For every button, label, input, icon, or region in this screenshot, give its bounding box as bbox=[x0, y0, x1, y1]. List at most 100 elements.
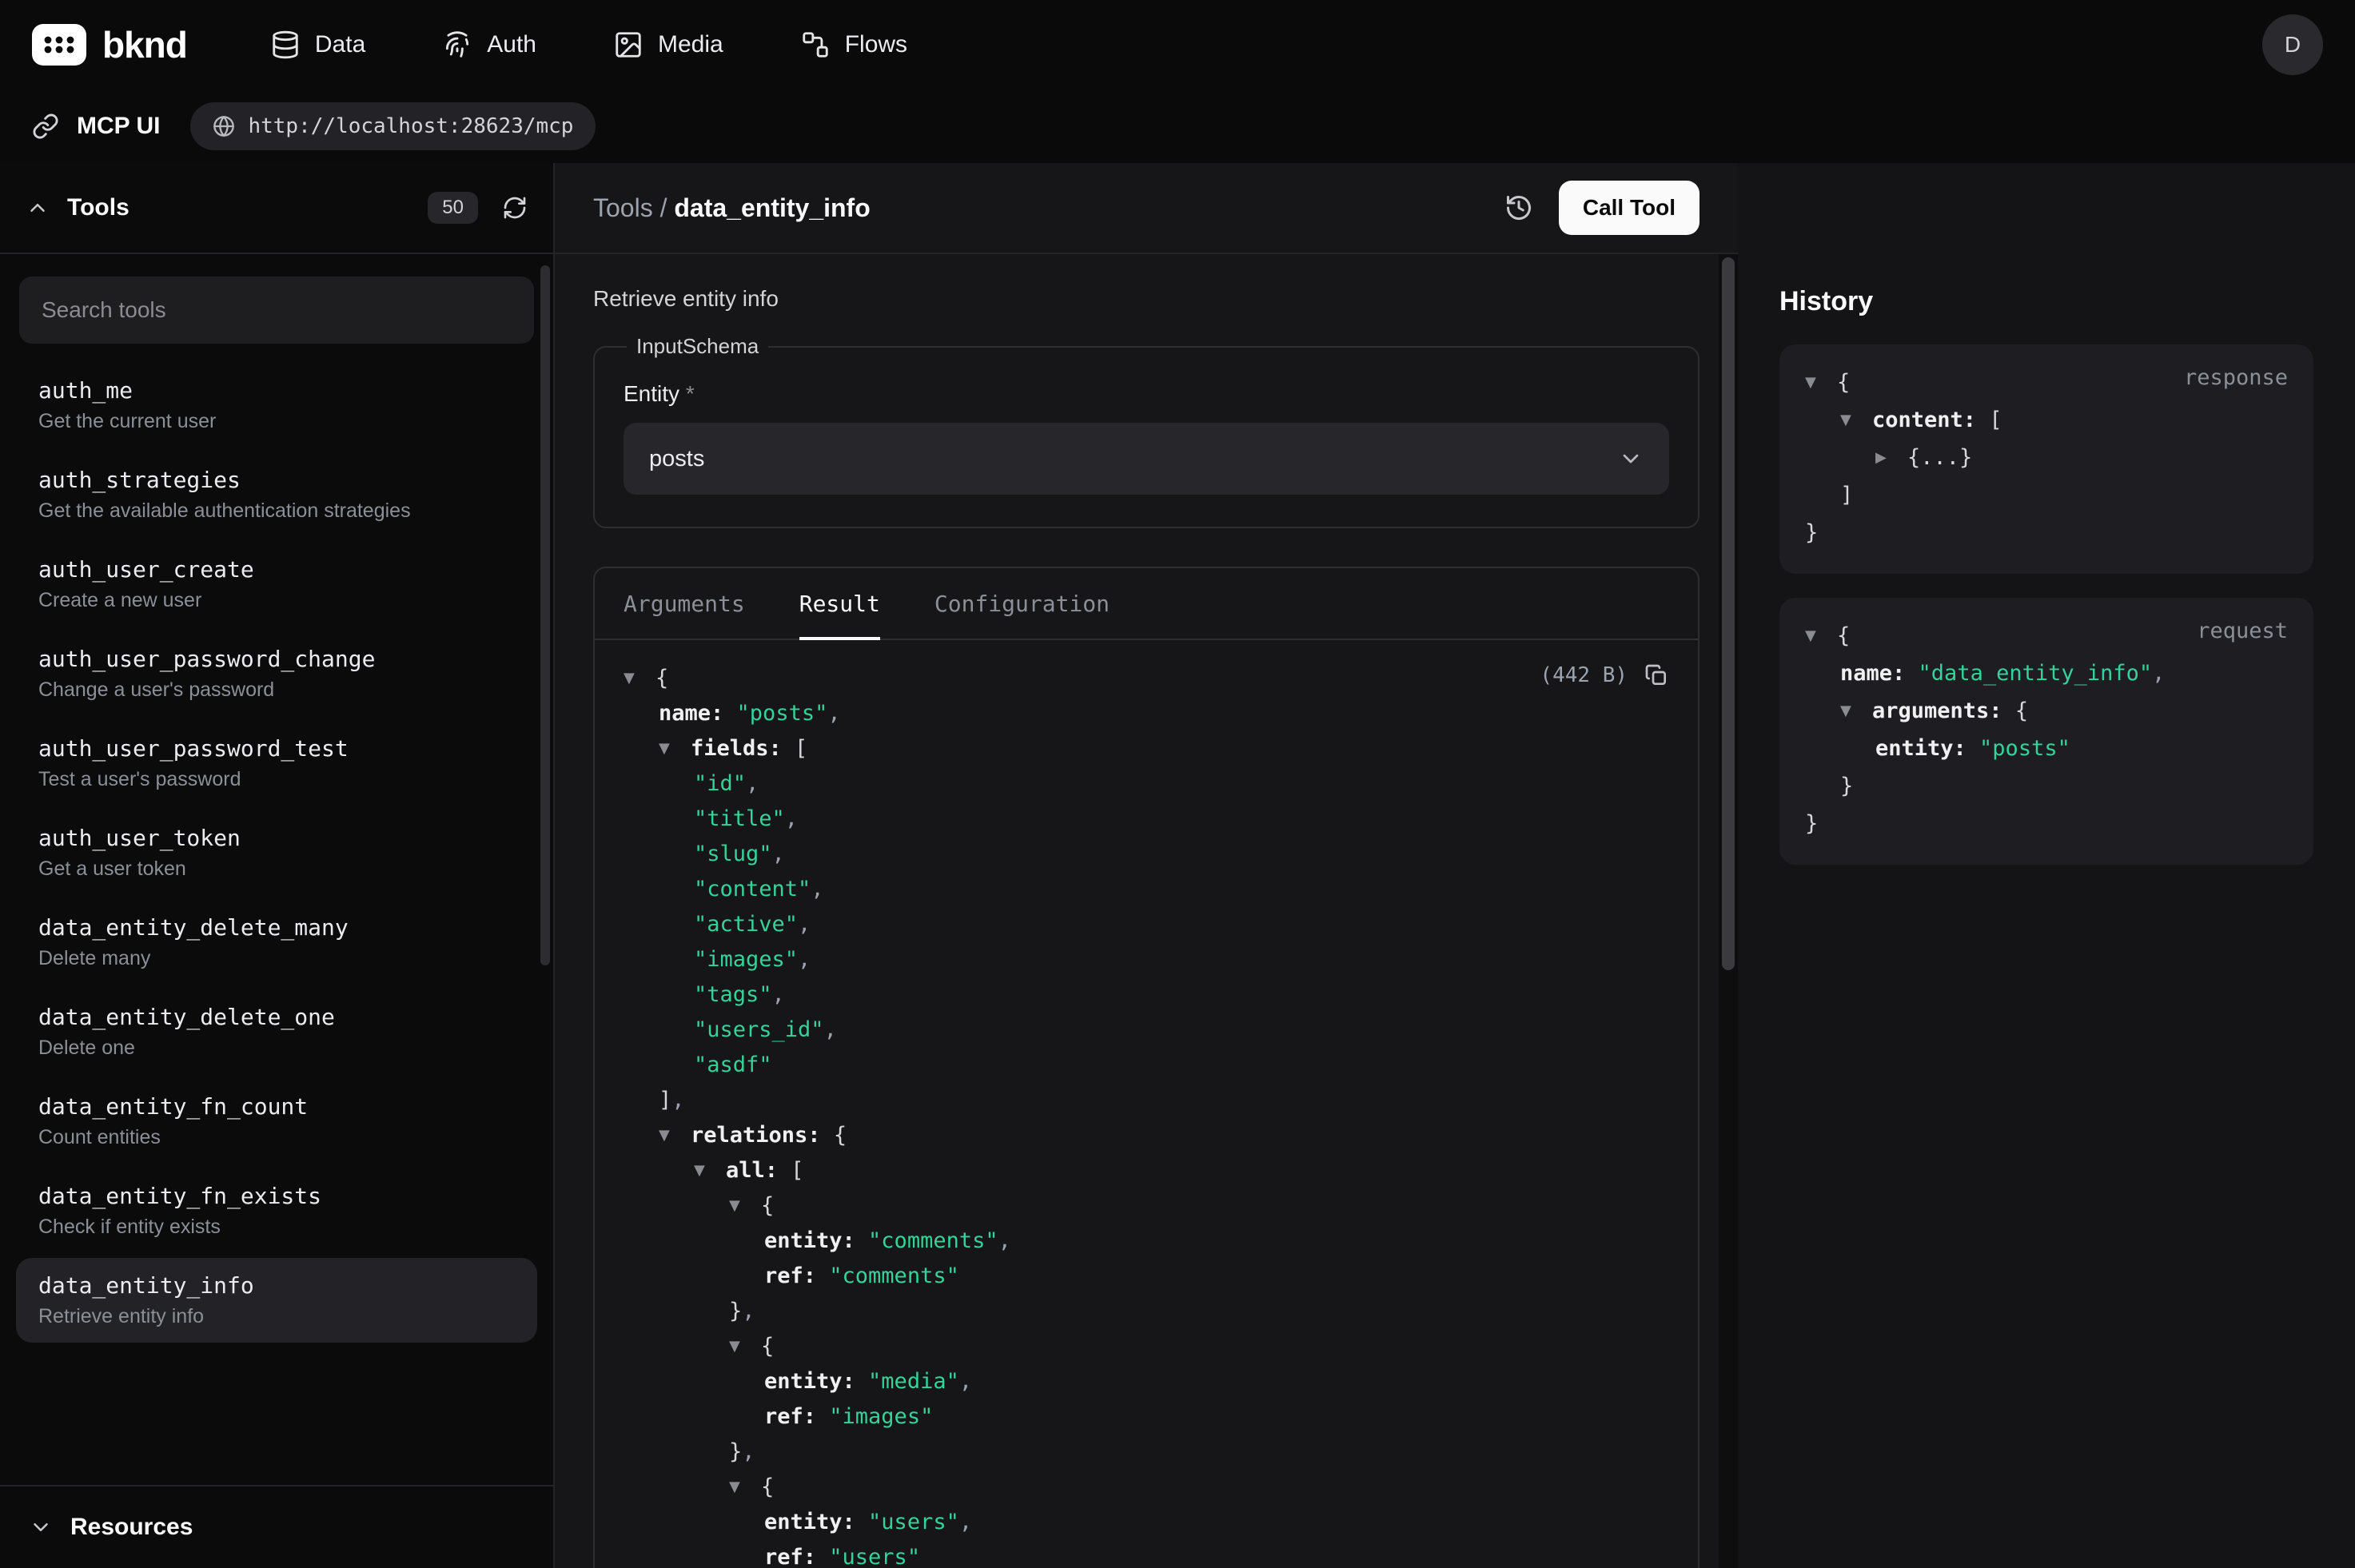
json-line: ▼{ bbox=[624, 1329, 1669, 1364]
main-scrollbar[interactable] bbox=[1719, 254, 1738, 1568]
tool-list-item[interactable]: data_entity_info Retrieve entity info bbox=[16, 1258, 537, 1343]
brand[interactable]: bknd bbox=[32, 23, 187, 66]
tool-list-item[interactable]: auth_user_password_test Test a user's pa… bbox=[16, 721, 537, 806]
json-token: ] bbox=[1840, 483, 1853, 507]
app-root: bknd Data Auth Media bbox=[0, 0, 2355, 1568]
tree-toggle-icon[interactable]: ▶ bbox=[1875, 439, 1907, 476]
refresh-icon[interactable] bbox=[502, 195, 528, 221]
tab[interactable]: Arguments bbox=[624, 568, 745, 639]
json-line: ▶{...} bbox=[1805, 439, 2288, 476]
tool-list-item[interactable]: auth_user_password_change Change a user'… bbox=[16, 631, 537, 716]
tree-toggle-icon[interactable]: ▼ bbox=[659, 731, 691, 766]
json-token: } bbox=[1840, 774, 1853, 798]
json-token: entity: bbox=[764, 1510, 868, 1534]
fingerprint-icon bbox=[442, 30, 472, 60]
json-line: ▼relations: { bbox=[624, 1118, 1669, 1153]
result-card: ArgumentsResultConfiguration (442 B) ▼{n… bbox=[593, 567, 1700, 1568]
json-token: entity: bbox=[1875, 736, 1979, 761]
json-line: ▼all: [ bbox=[624, 1153, 1669, 1188]
result-meta: (442 B) bbox=[1540, 663, 1669, 688]
json-token: } bbox=[729, 1439, 742, 1464]
copy-icon[interactable] bbox=[1644, 663, 1669, 688]
tree-toggle-icon[interactable]: ▼ bbox=[1840, 401, 1872, 439]
json-token: , bbox=[959, 1369, 972, 1394]
json-token: , bbox=[798, 912, 811, 937]
tree-toggle-icon[interactable]: ▼ bbox=[729, 1329, 761, 1364]
json-token: , bbox=[742, 1299, 755, 1323]
tools-sidebar: Tools 50 auth_me Get the current user au… bbox=[0, 163, 555, 1568]
resources-section-header[interactable]: Resources bbox=[0, 1485, 553, 1568]
json-line: name: "posts", bbox=[624, 696, 1669, 731]
avatar[interactable]: D bbox=[2262, 14, 2323, 75]
tree-toggle-icon[interactable]: ▼ bbox=[1805, 364, 1837, 401]
tree-toggle-icon[interactable]: ▼ bbox=[659, 1118, 691, 1153]
entity-label-text: Entity bbox=[624, 381, 679, 406]
json-token: , bbox=[746, 771, 759, 796]
tree-toggle-icon[interactable]: ▼ bbox=[624, 661, 655, 696]
search-input[interactable] bbox=[19, 277, 534, 344]
breadcrumb-separator: / bbox=[653, 193, 675, 222]
tool-list-item[interactable]: data_entity_fn_count Count entities bbox=[16, 1079, 537, 1164]
json-token: { bbox=[1837, 623, 1850, 648]
json-line: "tags", bbox=[624, 977, 1669, 1013]
json-token: , bbox=[671, 1088, 684, 1112]
tree-toggle-icon[interactable]: ▼ bbox=[729, 1188, 761, 1224]
tool-description: Delete many bbox=[38, 947, 515, 970]
json-token: { bbox=[655, 666, 668, 690]
tool-name: auth_user_create bbox=[38, 556, 515, 583]
json-line: entity: "users", bbox=[624, 1505, 1669, 1540]
content-row: Tools 50 auth_me Get the current user au… bbox=[0, 163, 2355, 1568]
json-token: "comments" bbox=[829, 1264, 959, 1288]
json-token: "content" bbox=[694, 877, 811, 901]
nav-item-data[interactable]: Data bbox=[270, 30, 365, 60]
json-token: content: bbox=[1872, 408, 1989, 432]
json-token: "data_entity_info" bbox=[1919, 661, 2153, 686]
json-token: ref: bbox=[764, 1404, 829, 1429]
tool-name: auth_strategies bbox=[38, 467, 515, 493]
call-tool-button[interactable]: Call Tool bbox=[1559, 181, 1700, 235]
tool-list-item[interactable]: auth_user_token Get a user token bbox=[16, 810, 537, 895]
json-token: "slug" bbox=[694, 842, 772, 866]
entity-select[interactable]: posts bbox=[624, 423, 1669, 495]
tool-list-item[interactable]: data_entity_delete_many Delete many bbox=[16, 900, 537, 985]
history-response-card[interactable]: response ▼{▼content: [▶{...}]} bbox=[1779, 344, 2313, 574]
json-line: entity: "media", bbox=[624, 1364, 1669, 1399]
json-token: relations: bbox=[691, 1123, 834, 1148]
nav-item-auth[interactable]: Auth bbox=[442, 30, 536, 60]
breadcrumb-tools[interactable]: Tools bbox=[593, 193, 653, 222]
mcp-url-pill[interactable]: http://localhost:28623/mcp bbox=[190, 102, 596, 150]
tree-toggle-icon[interactable]: ▼ bbox=[1805, 617, 1837, 655]
json-token: , bbox=[798, 947, 811, 972]
chevron-up-icon[interactable] bbox=[26, 196, 50, 220]
history-request-card[interactable]: request ▼{name: "data_entity_info",▼argu… bbox=[1779, 598, 2313, 865]
json-line: } bbox=[1805, 514, 2288, 551]
tool-list-item[interactable]: auth_me Get the current user bbox=[16, 363, 537, 448]
tool-description: Get the available authentication strateg… bbox=[38, 499, 515, 523]
history-icon[interactable] bbox=[1504, 193, 1533, 222]
json-token: [ bbox=[795, 736, 807, 761]
tool-list-item[interactable]: auth_strategies Get the available authen… bbox=[16, 452, 537, 537]
main-nav: Data Auth Media Flows bbox=[270, 30, 907, 60]
json-line: "title", bbox=[624, 802, 1669, 837]
json-line: }, bbox=[624, 1435, 1669, 1470]
tool-list-item[interactable]: data_entity_fn_exists Check if entity ex… bbox=[16, 1168, 537, 1253]
tab[interactable]: Result bbox=[799, 568, 880, 639]
breadcrumb-current-tool: data_entity_info bbox=[674, 193, 870, 222]
tab[interactable]: Configuration bbox=[934, 568, 1110, 639]
tool-list-item[interactable]: data_entity_delete_one Delete one bbox=[16, 989, 537, 1074]
nav-item-media[interactable]: Media bbox=[613, 30, 723, 60]
json-token: ] bbox=[659, 1088, 671, 1112]
json-token: , bbox=[959, 1510, 972, 1534]
tree-toggle-icon[interactable]: ▼ bbox=[1840, 692, 1872, 730]
tool-list-item[interactable]: auth_user_create Create a new user bbox=[16, 542, 537, 627]
tree-toggle-icon[interactable]: ▼ bbox=[694, 1153, 726, 1188]
tree-toggle-icon[interactable]: ▼ bbox=[729, 1470, 761, 1505]
sidebar-scrollbar-thumb[interactable] bbox=[540, 265, 550, 965]
json-line: } bbox=[1805, 805, 2288, 842]
json-token: "title" bbox=[694, 806, 785, 831]
main-scrollbar-thumb[interactable] bbox=[1722, 257, 1735, 970]
nav-item-flows[interactable]: Flows bbox=[800, 30, 907, 60]
json-token: all: bbox=[726, 1158, 791, 1183]
tool-description: Delete one bbox=[38, 1037, 515, 1060]
main-panel: Tools / data_entity_info Call Tool Retri… bbox=[555, 163, 1738, 1568]
